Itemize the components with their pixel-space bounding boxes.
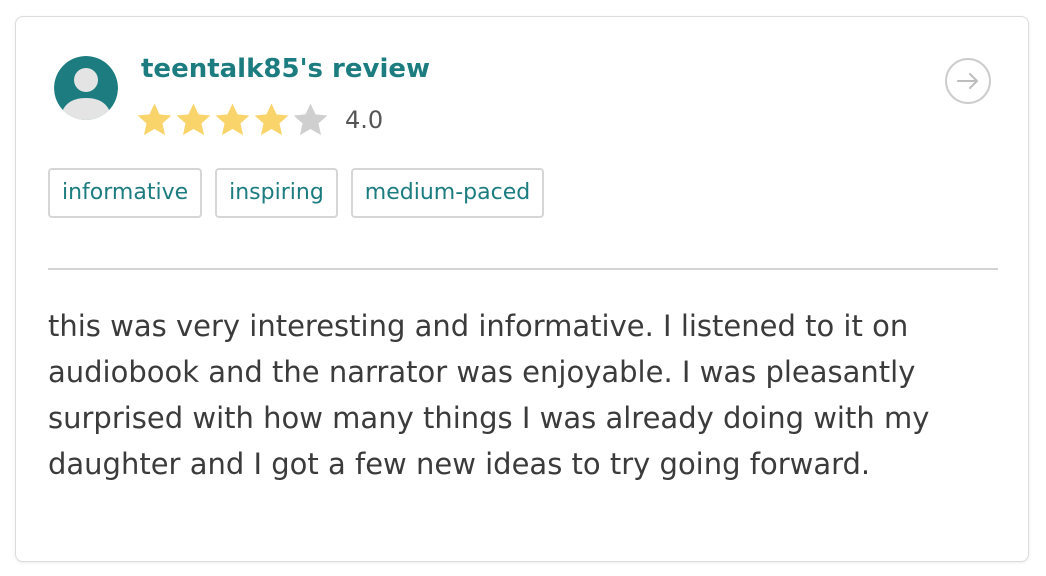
tag-chip[interactable]: inspiring [215, 168, 338, 218]
star-icon [137, 102, 172, 135]
review-body: this was very interesting and informativ… [48, 309, 930, 481]
reviewer-title[interactable]: teentalk85's review [141, 53, 430, 85]
star-icon [254, 102, 289, 135]
rating-row: 4.0 [135, 100, 383, 140]
star-rating [135, 101, 330, 140]
divider [48, 268, 998, 270]
user-avatar-icon[interactable] [54, 56, 118, 120]
review-tags: informative inspiring medium-paced [48, 168, 557, 218]
rating-value: 4.0 [345, 106, 384, 134]
review-card: teentalk85's review 4.0 informative inspi… [15, 16, 1029, 562]
star-icon [293, 102, 328, 135]
arrow-right-icon [957, 73, 978, 89]
star-icon [176, 102, 211, 135]
tag-chip[interactable]: medium-paced [350, 168, 545, 218]
tag-chip[interactable]: informative [48, 168, 203, 218]
star-icon [215, 102, 250, 135]
open-review-button[interactable] [945, 58, 991, 104]
